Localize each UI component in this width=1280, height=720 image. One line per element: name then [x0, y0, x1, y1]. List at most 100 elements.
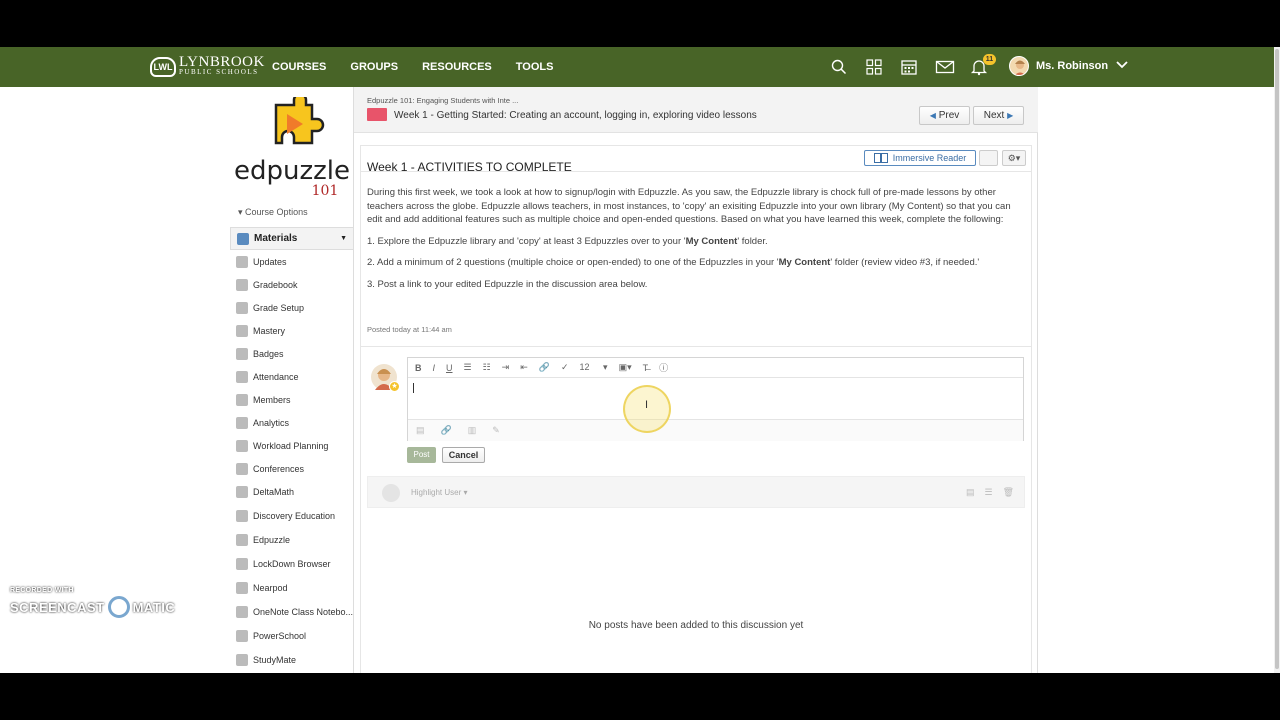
font-size-select[interactable]: 12 ▾ [580, 362, 608, 373]
sidebar-item-materials[interactable]: Materials ▼ [230, 227, 354, 250]
chevron-down-icon [1116, 60, 1128, 72]
sidebar-item-powerschool[interactable]: PowerSchool [230, 624, 354, 648]
step-2-bold: My Content [778, 257, 831, 268]
empty-thread-message: No posts have been added to this discuss… [588, 620, 804, 631]
sidebar-item-mastery[interactable]: Mastery [230, 319, 354, 342]
school-logo[interactable]: LWL LYNBROOK PUBLIC SCHOOLS [150, 55, 265, 77]
workload-planning-icon [236, 439, 248, 452]
search-icon[interactable] [830, 58, 848, 76]
watermark-line2: SCREENCAST MATIC [10, 596, 175, 618]
top-navigation: LWL LYNBROOK PUBLIC SCHOOLS COURSES GROU… [0, 47, 1280, 87]
prev-button[interactable]: ◀ Prev [919, 106, 970, 125]
course-options-toggle[interactable]: ▾ Course Options [238, 207, 308, 218]
calendar-icon[interactable] [900, 58, 918, 76]
sidebar-item-label: Discovery Education [253, 511, 336, 521]
breadcrumb[interactable]: Edpuzzle 101: Engaging Students with Int… [367, 96, 518, 105]
scrollbar-thumb[interactable] [1275, 49, 1279, 669]
indent-icon[interactable]: ⇥ [502, 362, 510, 373]
notifications-bell-icon[interactable]: 11 [970, 54, 996, 76]
school-name-line2: PUBLIC SCHOOLS [179, 68, 259, 76]
placeholder-avatar [382, 484, 400, 502]
sidebar-item-gradebook[interactable]: Gradebook [230, 273, 354, 296]
numbered-list-icon[interactable]: ☷ [483, 362, 491, 373]
apps-grid-icon[interactable] [865, 58, 883, 76]
sidebar-item-grade-setup[interactable]: Grade Setup [230, 296, 354, 319]
edpuzzle-puzzle-logo-icon: edpuzzle 101 [234, 92, 350, 199]
screencast-watermark: RECORDED WITH SCREENCAST MATIC [10, 587, 175, 618]
highlight-user-dropdown[interactable]: Highlight User ▾ [411, 488, 468, 497]
text-caret [413, 383, 414, 393]
sidebar-item-onenote[interactable]: OneNote Class Notebo... [230, 600, 354, 624]
sidebar-item-lockdown-browser[interactable]: LockDown Browser [230, 552, 354, 576]
sidebar-item-studymate[interactable]: StudyMate [230, 648, 354, 672]
reply-editor: B I U ☰ ☷ ⇥ ⇤ 🔗 ✓ 12 ▾ ▣▾ T̶ ⓘ ▤ 🔗 ▥ ✎ [407, 357, 1024, 441]
sidebar-item-label: PowerSchool [253, 631, 307, 641]
reply-text-area[interactable] [408, 378, 1023, 419]
spellcheck-icon[interactable]: ✓ [561, 362, 569, 373]
italic-icon[interactable]: I [433, 363, 436, 373]
discovery-education-icon [236, 510, 248, 522]
sidebar-item-label: Members [253, 394, 291, 405]
mail-icon[interactable] [935, 58, 955, 76]
user-menu[interactable]: Ms. Robinson [1009, 56, 1128, 76]
sidebar-item-badges[interactable]: Badges [230, 342, 354, 365]
sidebar-item-label: Workload Planning [253, 440, 329, 451]
file-attach-icon[interactable]: ▤ [416, 425, 425, 436]
info-icon[interactable]: ⓘ [659, 361, 668, 374]
folder-title[interactable]: Week 1 - Getting Started: Creating an ac… [394, 110, 757, 121]
immersive-reader-icon [873, 153, 888, 163]
sidebar-item-label: Materials [254, 233, 298, 244]
materials-icon [237, 232, 249, 245]
grade-setup-icon [236, 301, 248, 314]
post-button[interactable]: Post [407, 447, 436, 463]
watermark-line1: RECORDED WITH [10, 587, 74, 594]
sidebar-item-conferences[interactable]: Conferences [230, 457, 354, 480]
bold-icon[interactable]: B [415, 363, 422, 373]
sidebar-item-members[interactable]: Members [230, 388, 354, 411]
sidebar-item-nearpod[interactable]: Nearpod [230, 576, 354, 600]
discussion-body: During this first week, we took a look a… [367, 186, 1027, 299]
list-view-icon[interactable]: ☰ [984, 487, 992, 498]
school-name: LYNBROOK PUBLIC SCHOOLS [179, 55, 265, 77]
notification-count-badge: 11 [983, 54, 996, 65]
nav-tools[interactable]: TOOLS [516, 47, 554, 87]
nav-courses[interactable]: COURSES [272, 47, 326, 87]
nav-groups[interactable]: GROUPS [350, 47, 398, 87]
sidebar-item-edpuzzle[interactable]: Edpuzzle [230, 528, 354, 552]
outdent-icon[interactable]: ⇤ [520, 362, 528, 373]
link-icon[interactable]: 🔗 [539, 362, 550, 373]
nav-resources[interactable]: RESOURCES [422, 47, 492, 87]
immersive-reader-button[interactable]: Immersive Reader [864, 150, 976, 166]
collapse-view-icon[interactable]: ▤ [966, 487, 975, 498]
external-tool-icon[interactable]: ✎ [492, 425, 500, 436]
page-scrollbar[interactable] [1274, 47, 1280, 673]
text-cursor-icon: I [645, 399, 649, 411]
insert-media-icon[interactable]: ▣▾ [619, 362, 632, 373]
watermark-brand-b: MATIC [132, 599, 176, 615]
sidebar-item-workload-planning[interactable]: Workload Planning [230, 434, 354, 457]
step-2-text: 2. Add a minimum of 2 questions (multipl… [367, 257, 779, 268]
folder-icon [367, 108, 387, 121]
link-attach-icon[interactable]: 🔗 [441, 425, 452, 436]
next-button[interactable]: Next ▶ [973, 106, 1024, 125]
next-label: Next [983, 110, 1005, 121]
delete-icon[interactable]: 🗑 [1003, 487, 1014, 498]
sidebar-item-updates[interactable]: Updates [230, 250, 354, 273]
attendance-icon [236, 370, 248, 383]
sidebar-item-deltamath[interactable]: DeltaMath [230, 480, 354, 504]
clear-format-icon[interactable]: T̶ [643, 363, 649, 373]
sidebar-item-analytics[interactable]: Analytics [230, 411, 354, 434]
resource-attach-icon[interactable]: ▥ [468, 425, 477, 436]
settings-button[interactable]: ⚙▾ [1002, 150, 1026, 166]
watermark-brand-a: SCREENCAST [10, 599, 105, 615]
sidebar-item-discovery-education[interactable]: Discovery Education [230, 504, 354, 528]
square-toggle-button[interactable] [979, 150, 998, 166]
sidebar-item-label: Badges [253, 348, 284, 359]
updates-icon [236, 255, 248, 268]
cancel-button[interactable]: Cancel [442, 447, 485, 463]
caret-down-icon: ▼ [340, 235, 347, 242]
editor-toolbar: B I U ☰ ☷ ⇥ ⇤ 🔗 ✓ 12 ▾ ▣▾ T̶ ⓘ [408, 358, 1023, 378]
bullet-list-icon[interactable]: ☰ [464, 362, 472, 373]
underline-icon[interactable]: U [446, 363, 453, 373]
sidebar-item-attendance[interactable]: Attendance [230, 365, 354, 388]
